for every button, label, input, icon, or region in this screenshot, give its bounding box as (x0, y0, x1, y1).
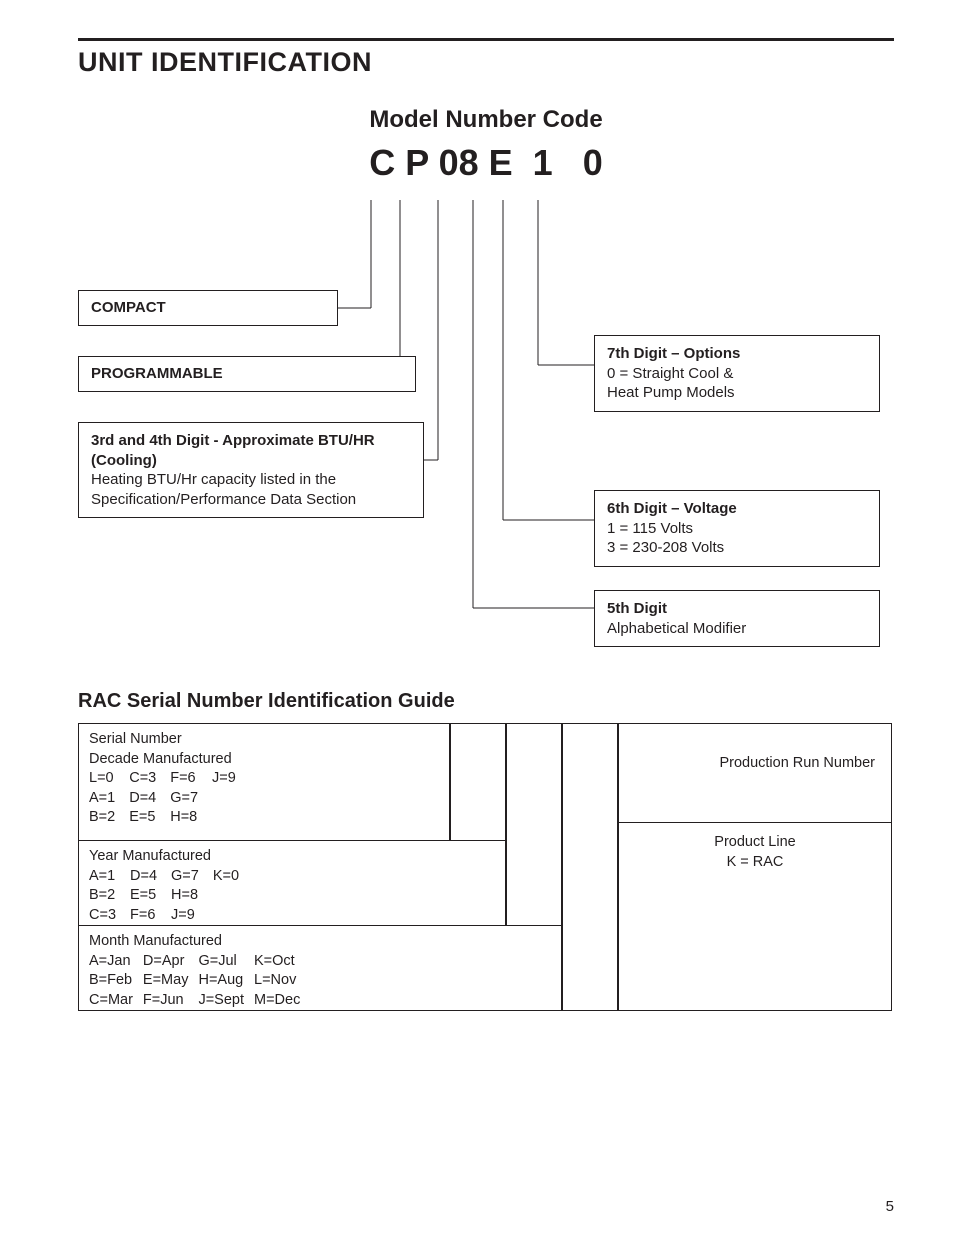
box-programmable: PROGRAMMABLE (91, 364, 223, 384)
model-diagram: COMPACT PROGRAMMABLE 3rd and 4th Digit -… (78, 200, 894, 660)
code-cell: B=2 (89, 808, 129, 828)
code-cell: K=Oct (254, 952, 310, 972)
code-cell: L=Nov (254, 971, 310, 991)
code-cell: J=Sept (198, 991, 254, 1011)
page-number: 5 (886, 1198, 894, 1215)
code-cell: C=Mar (89, 991, 143, 1011)
code-cell: E=May (143, 971, 199, 991)
code-cell: G=7 (170, 789, 212, 809)
code-cell: G=Jul (198, 952, 254, 972)
code-cell: J=9 (171, 906, 213, 926)
production-run-label: Production Run Number (619, 724, 891, 782)
product-line-value: K = RAC (635, 853, 875, 873)
code-cell: C=3 (89, 906, 130, 926)
box-d7-title: 7th Digit – Options (607, 344, 867, 364)
box-d5-title: 5th Digit (607, 599, 867, 619)
code-cell (213, 886, 253, 906)
box-btu-body: Heating BTU/Hr capacity listed in the Sp… (91, 470, 411, 509)
year-title: Year Manufactured (89, 847, 495, 867)
code-cell: G=7 (171, 867, 213, 887)
serial-guide-title: RAC Serial Number Identification Guide (78, 690, 894, 713)
box-d6-body: 1 = 115 Volts 3 = 230-208 Volts (607, 519, 867, 558)
code-cell: L=0 (89, 769, 129, 789)
code-cell: H=Aug (198, 971, 254, 991)
code-cell: A=1 (89, 789, 129, 809)
model-code: C P 08 E 1 0 (78, 142, 894, 184)
code-cell: B=2 (89, 886, 130, 906)
code-cell: B=Feb (89, 971, 143, 991)
code-cell: F=Jun (143, 991, 199, 1011)
code-cell: J=9 (212, 769, 250, 789)
decade-codes: L=0C=3F=6J=9 A=1D=4G=7 B=2E=5H=8 (89, 769, 250, 828)
code-cell: A=1 (89, 867, 130, 887)
code-cell: D=Apr (143, 952, 199, 972)
decade-title: Decade Manufactured (89, 750, 439, 770)
box-d6-title: 6th Digit – Voltage (607, 499, 867, 519)
code-cell (212, 808, 250, 828)
code-cell: A=Jan (89, 952, 143, 972)
year-codes: A=1D=4G=7K=0 B=2E=5H=8 C=3F=6J=9 (89, 867, 253, 926)
serial-number-label: Serial Number (89, 730, 439, 750)
code-cell: K=0 (213, 867, 253, 887)
month-title: Month Manufactured (89, 932, 551, 952)
code-cell: E=5 (130, 886, 171, 906)
product-line-label: Product Line (635, 833, 875, 853)
code-cell: F=6 (170, 769, 212, 789)
box-btu-title: 3rd and 4th Digit - Approximate BTU/HR (… (91, 431, 411, 470)
box-d7-body: 0 = Straight Cool & Heat Pump Models (607, 364, 867, 403)
code-cell: H=8 (171, 886, 213, 906)
code-cell: M=Dec (254, 991, 310, 1011)
code-cell (212, 789, 250, 809)
box-compact: COMPACT (91, 298, 166, 318)
box-d5-body: Alphabetical Modifier (607, 619, 867, 639)
code-cell: F=6 (130, 906, 171, 926)
code-cell: C=3 (129, 769, 170, 789)
model-code-title: Model Number Code (78, 106, 894, 134)
serial-diagram: L H G K 00001 Serial Number Decade Manuf… (78, 723, 894, 1013)
code-cell: E=5 (129, 808, 170, 828)
code-cell (213, 906, 253, 926)
month-codes: A=JanD=AprG=JulK=Oct B=FebE=MayH=AugL=Nov… (89, 952, 310, 1011)
code-cell: D=4 (130, 867, 171, 887)
code-cell: D=4 (129, 789, 170, 809)
code-cell: H=8 (170, 808, 212, 828)
section-heading: UNIT IDENTIFICATION (78, 47, 894, 78)
